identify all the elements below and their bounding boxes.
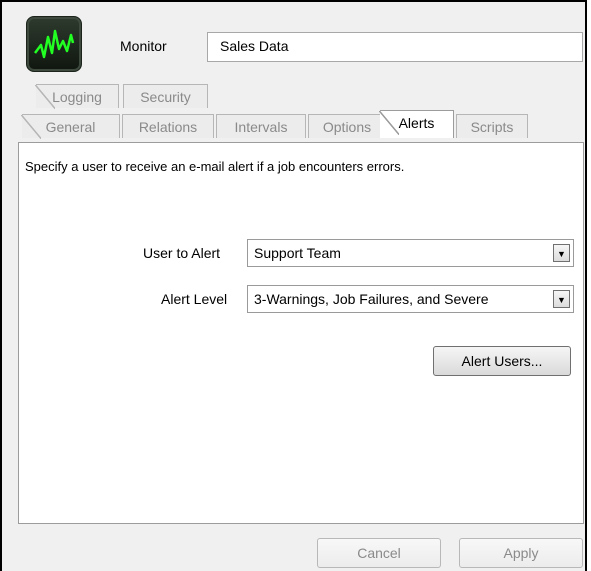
tab-relations-label: Relations [138,119,198,135]
tab-logging[interactable]: Logging [35,84,119,109]
user-to-alert-value: Support Team [254,245,341,261]
tab-general[interactable]: General [21,114,120,139]
chevron-down-icon[interactable]: ▼ [553,244,570,262]
alerts-panel: Specify a user to receive an e-mail aler… [18,142,584,524]
tab-intervals-label: Intervals [234,119,288,135]
tab-scripts-label: Scripts [470,119,514,135]
alert-level-value: 3-Warnings, Job Failures, and Severe [254,291,489,307]
tab-security[interactable]: Security [123,84,208,108]
cancel-button[interactable]: Cancel [317,538,441,568]
tab-alerts[interactable]: Alerts [379,110,454,138]
chevron-down-icon[interactable]: ▼ [553,290,570,308]
tab-scripts[interactable]: Scripts [456,114,528,138]
tab-options[interactable]: Options [308,114,386,138]
tab-options-label: Options [322,119,372,135]
properties-window: Monitor Sales Data Logging Security Gene… [0,0,587,571]
tab-relations[interactable]: Relations [122,114,214,138]
alert-level-label: Alert Level [161,291,228,307]
tab-security-label: Security [140,89,191,105]
tab-alerts-label: Alerts [398,115,435,131]
apply-button[interactable]: Apply [459,538,583,568]
alert-level-select[interactable]: 3-Warnings, Job Failures, and Severe ▼ [247,285,574,313]
waveform-monitor-icon [26,16,82,72]
alerts-description: Specify a user to receive an e-mail aler… [25,159,405,174]
user-to-alert-label: User to Alert [143,245,221,261]
tab-general-label: General [45,119,96,135]
tab-logging-label: Logging [52,89,102,105]
monitor-name-input[interactable]: Sales Data [207,32,583,62]
tab-intervals[interactable]: Intervals [216,114,306,138]
alert-users-button[interactable]: Alert Users... [433,346,571,376]
user-to-alert-select[interactable]: Support Team ▼ [247,239,574,267]
monitor-label: Monitor [120,38,167,54]
